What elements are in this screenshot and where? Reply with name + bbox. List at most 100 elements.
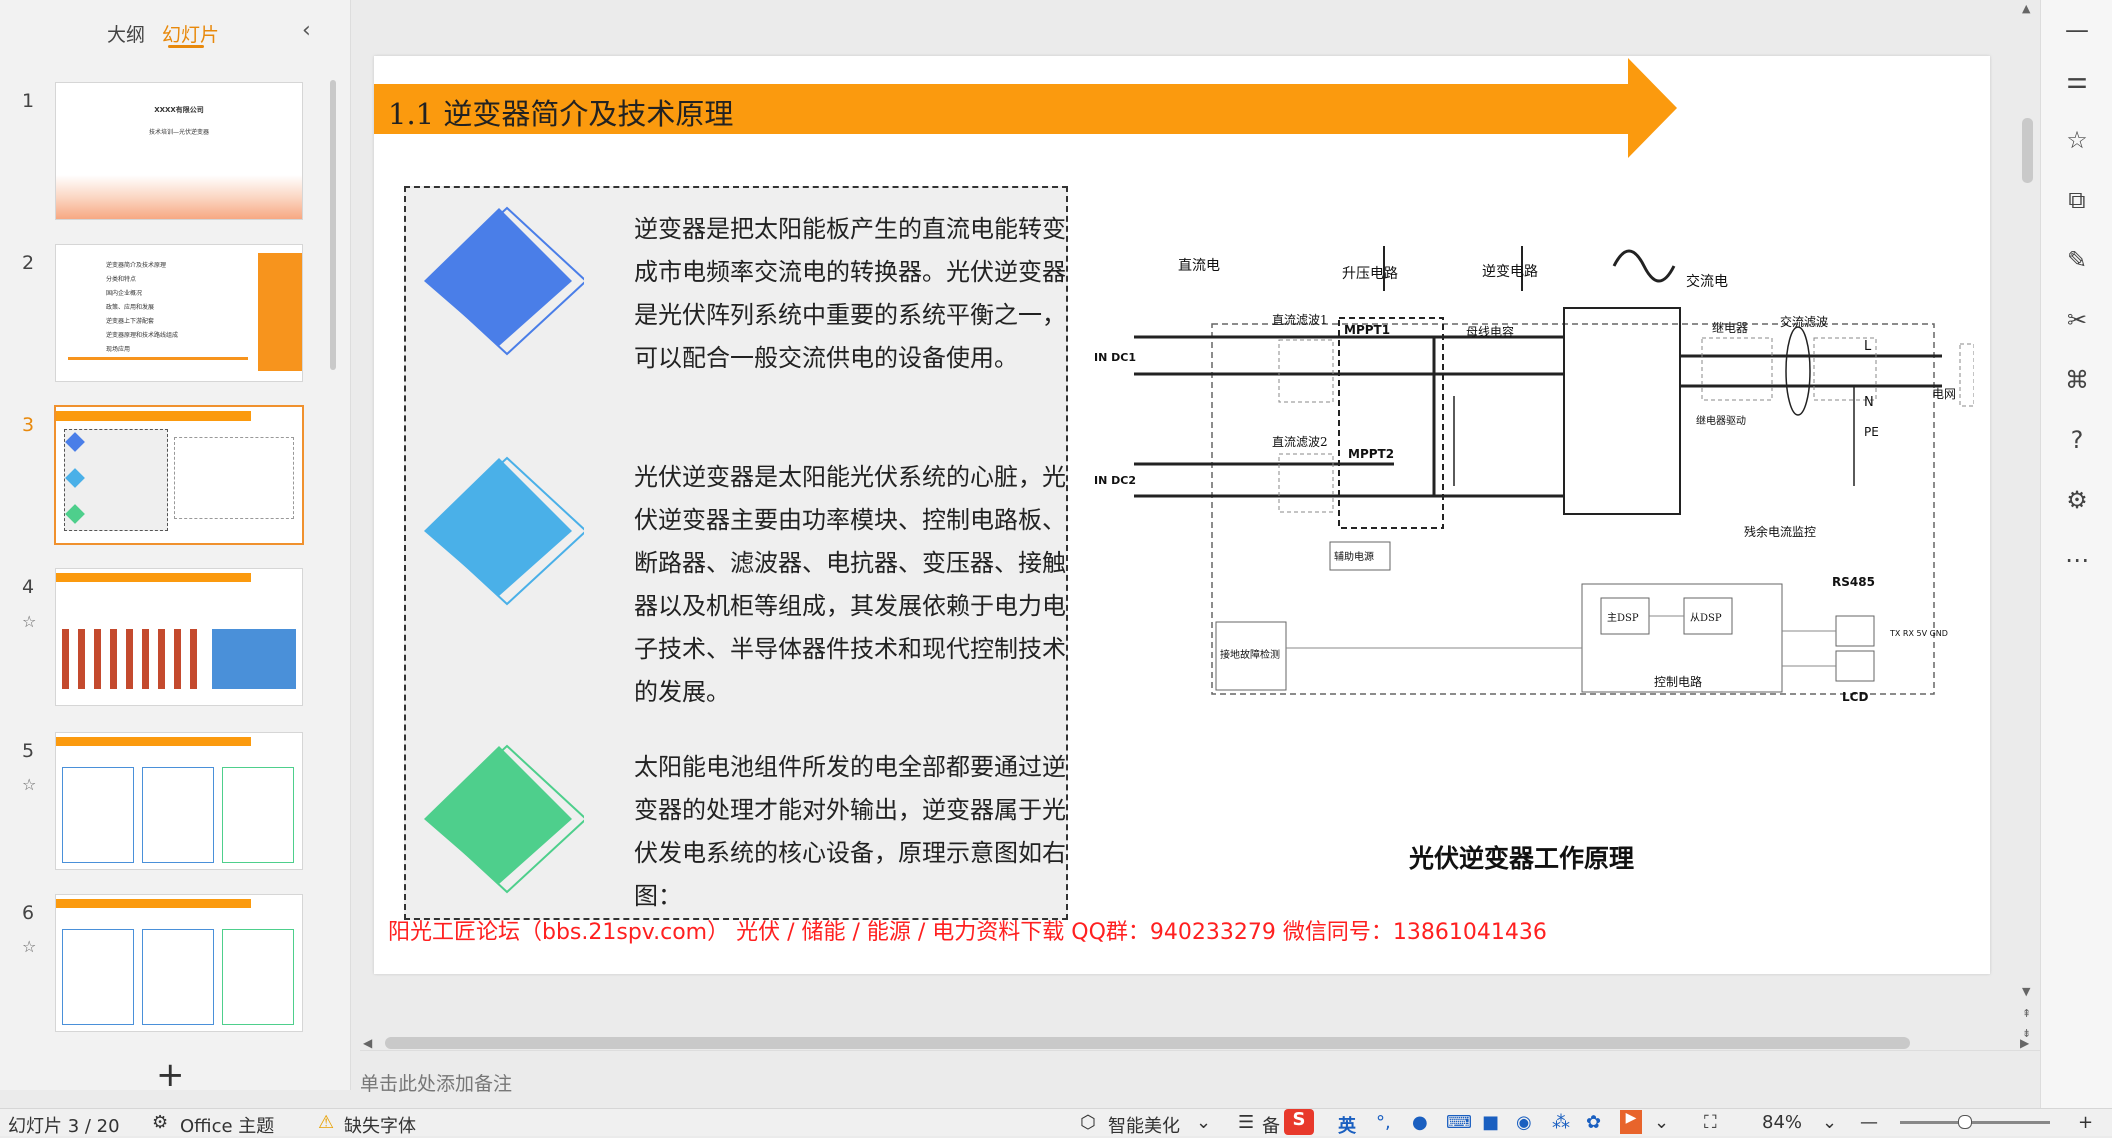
minimize-icon[interactable]: — [2061, 14, 2093, 46]
label-slave-dsp: 从DSP [1690, 613, 1722, 624]
punctuation-icon[interactable]: °, [1376, 1112, 1391, 1133]
chevron-down-icon[interactable]: ⌄ [1654, 1112, 1669, 1133]
label-grid: 电网 [1932, 387, 1956, 401]
zoom-in-icon[interactable]: + [2078, 1112, 2093, 1133]
scroll-up-icon[interactable]: ▲ [2022, 2, 2030, 15]
thumb-toc: 逆变器简介及技术原理 分类和特点 国内企业概况 政策、应用和发展 逆变器上下游配… [106, 262, 179, 353]
slide-thumbnail-6[interactable] [55, 894, 303, 1032]
slide-number: 5 [22, 740, 35, 762]
label-bus-cap: 母线电容 [1466, 324, 1514, 339]
label-boost: 升压电路 [1342, 266, 1398, 282]
thumb-title-bar [56, 899, 251, 908]
label-L: L [1864, 339, 1872, 354]
horizontal-scrollbar[interactable] [385, 1037, 1910, 1049]
design-icon[interactable]: ✎ [2061, 244, 2093, 276]
beautify-icon: ⬡ [1080, 1112, 1096, 1133]
help-icon[interactable]: ? [2061, 424, 2093, 456]
scroll-right-icon[interactable]: ▶ [2020, 1036, 2029, 1050]
microphone-icon[interactable]: ● [1412, 1112, 1428, 1133]
label-residual: 残余电流监控 [1744, 524, 1816, 539]
fit-window-icon[interactable]: ⛶ [1704, 1112, 1717, 1133]
thumb-subtitle: 技术培训—光伏逆变器 [148, 129, 209, 136]
play-icon[interactable]: ▶ [1620, 1110, 1642, 1134]
adjust-icon[interactable]: ⚌ [2061, 64, 2093, 96]
label-inverter: 逆变电路 [1482, 264, 1538, 280]
thumb-column [222, 929, 294, 1025]
star-icon[interactable]: ☆ [22, 612, 36, 631]
thumbnail-scrollbar[interactable] [330, 80, 336, 370]
prev-page-icon[interactable]: ⇞ [2022, 1007, 2031, 1020]
label-N: N [1864, 395, 1874, 410]
zoom-slider[interactable] [1900, 1121, 2050, 1124]
thumb-column [62, 767, 134, 863]
label-mppt1: MPPT1 [1344, 323, 1390, 337]
zoom-slider-handle[interactable] [1958, 1115, 1972, 1129]
inverter-circuit-diagram[interactable]: 直流电 升压电路 逆变电路 交流电 直流滤波1 直流滤波2 MPPT1 MPPT… [1094, 246, 1974, 906]
chevron-left-icon[interactable]: ‹ [302, 18, 311, 43]
label-mppt2: MPPT2 [1348, 447, 1394, 461]
label-lcd: LCD [1842, 690, 1868, 704]
notes-button[interactable]: 备 [1262, 1112, 1280, 1138]
more-icon[interactable]: ⋯ [2061, 544, 2093, 576]
scroll-left-icon[interactable]: ◀ [363, 1036, 372, 1050]
book-icon[interactable]: ⌘ [2061, 364, 2093, 396]
theme-name[interactable]: Office 主题 [180, 1112, 274, 1138]
label-rs485: RS485 [1832, 575, 1875, 589]
slide-indicator[interactable]: 幻灯片 3 / 20 [8, 1112, 120, 1138]
slide-canvas[interactable]: 1.1 逆变器简介及技术原理 逆变器是把太阳能板产生的直流电能转变成市电频率交流… [374, 56, 1990, 974]
chevron-down-icon[interactable]: ⌄ [1196, 1112, 1211, 1133]
paragraph[interactable]: 逆变器是把太阳能板产生的直流电能转变成市电频率交流电的转换器。光伏逆变器是光伏阵… [634, 208, 1084, 380]
diagram-caption[interactable]: 光伏逆变器工作原理 [1409, 839, 1634, 875]
slide-number: 6 [22, 902, 35, 924]
slide-number: 2 [22, 252, 35, 274]
notes-pane[interactable]: 单击此处添加备注 [360, 1050, 2040, 1095]
ime-mode[interactable]: 英 [1338, 1112, 1356, 1138]
copy-icon[interactable]: ⧉ [2061, 184, 2093, 216]
settings-icon[interactable]: ⚙ [2061, 484, 2093, 516]
thumb-title-bar [56, 411, 251, 421]
notes-icon[interactable]: ☰ [1238, 1112, 1254, 1133]
zoom-level[interactable]: 84% [1762, 1112, 1802, 1133]
tab-slides[interactable]: 幻灯片 [162, 20, 219, 47]
slide-thumbnail-1[interactable]: XXXX有限公司 技术培训—光伏逆变器 [55, 82, 303, 220]
label-control: 控制电路 [1654, 674, 1702, 689]
scroll-down-icon[interactable]: ▼ [2022, 985, 2030, 998]
slide-number: 1 [22, 90, 35, 112]
tools-icon[interactable]: ✂ [2061, 304, 2093, 336]
star-icon[interactable]: ☆ [2061, 124, 2093, 156]
keyboard-icon[interactable]: ⌨ [1446, 1112, 1472, 1133]
slide-thumbnail-3[interactable] [54, 405, 304, 545]
slide-thumbnail-5[interactable] [55, 732, 303, 870]
gear-icon[interactable]: ✿ [1586, 1112, 1601, 1133]
slide-thumbnail-2[interactable]: 逆变器简介及技术原理 分类和特点 国内企业概况 政策、应用和发展 逆变器上下游配… [55, 244, 303, 382]
game-icon[interactable]: ◉ [1516, 1112, 1532, 1133]
star-icon[interactable]: ☆ [22, 937, 36, 956]
ime-logo-icon[interactable]: S [1284, 1109, 1314, 1135]
footer-text[interactable]: 阳光工匠论坛（bbs.21spv.com） 光伏 / 储能 / 能源 / 电力资… [388, 914, 1547, 946]
slide-thumbnail-panel: 大纲 幻灯片 ‹ 1 XXXX有限公司 技术培训—光伏逆变器 2 逆变器简介及技… [0, 0, 351, 1095]
missing-font[interactable]: 缺失字体 [344, 1112, 416, 1138]
right-sidebar: — ⚌ ☆ ⧉ ✎ ✂ ⌘ ? ⚙ ⋯ [2040, 0, 2112, 1108]
star-icon[interactable]: ☆ [22, 775, 36, 794]
shirt-icon[interactable]: ■ [1482, 1112, 1499, 1133]
label-aux-power: 辅助电源 [1334, 550, 1374, 563]
smart-beautify-button[interactable]: 智能美化 [1108, 1112, 1180, 1138]
add-slide-button[interactable]: + [156, 1055, 185, 1095]
apps-icon[interactable]: ⁂ [1552, 1112, 1570, 1133]
notes-placeholder[interactable]: 单击此处添加备注 [360, 1069, 512, 1096]
theme-icon: ⚙ [152, 1112, 169, 1133]
thumb-column [142, 767, 214, 863]
zoom-out-icon[interactable]: — [1860, 1112, 1878, 1133]
slide-title[interactable]: 1.1 逆变器简介及技术原理 [388, 91, 733, 133]
label-dc: 直流电 [1178, 257, 1220, 274]
label-dc-filter2: 直流滤波2 [1272, 435, 1328, 449]
thumb-title-bar [56, 573, 251, 582]
text-box[interactable]: 逆变器是把太阳能板产生的直流电能转变成市电频率交流电的转换器。光伏逆变器是光伏阵… [404, 186, 1068, 920]
slide-thumbnail-4[interactable] [55, 568, 303, 706]
vertical-scrollbar[interactable] [2022, 118, 2033, 183]
chevron-down-icon[interactable]: ⌄ [1822, 1112, 1837, 1133]
paragraph[interactable]: 光伏逆变器是太阳能光伏系统的心脏，光伏逆变器主要由功率模块、控制电路板、断路器、… [634, 456, 1084, 714]
status-bar: 幻灯片 3 / 20 ⚙ Office 主题 ⚠ 缺失字体 ⬡ 智能美化 ⌄ ☰… [0, 1108, 2112, 1138]
tab-outline[interactable]: 大纲 [107, 20, 145, 47]
paragraph[interactable]: 太阳能电池组件所发的电全部都要通过逆变器的处理才能对外输出，逆变器属于光伏发电系… [634, 746, 1084, 918]
